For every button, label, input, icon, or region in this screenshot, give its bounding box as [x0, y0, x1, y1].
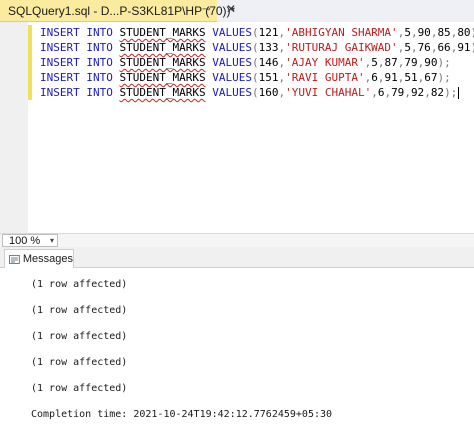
query-editor[interactable]: INSERT INTO STUDENT_MARKS VALUES(121,'AB…	[0, 22, 474, 233]
message-line: (1 row affected)	[31, 279, 128, 290]
code-area[interactable]: INSERT INTO STUDENT_MARKS VALUES(121,'AB…	[40, 25, 474, 100]
code-line: INSERT INTO STUDENT_MARKS VALUES(151,'RA…	[40, 71, 451, 84]
results-tab-bar: Messages	[0, 247, 474, 268]
editor-gutter	[0, 22, 28, 233]
message-line: (1 row affected)	[31, 383, 128, 394]
code-line: INSERT INTO STUDENT_MARKS VALUES(133,'RU…	[40, 41, 474, 54]
completion-time: Completion time: 2021-10-24T19:42:12.776…	[31, 409, 333, 420]
tab-sqlquery1[interactable]: SQLQuery1.sql - D...P-S3KL81P\HP (70))* …	[0, 0, 235, 22]
pin-icon[interactable]: ⊸	[202, 5, 210, 15]
message-line: (1 row affected)	[31, 305, 128, 316]
document-tab-bar: SQLQuery1.sql - D...P-S3KL81P\HP (70))* …	[0, 0, 474, 22]
change-tracking-bar	[28, 25, 32, 100]
message-line: (1 row affected)	[31, 331, 128, 342]
zoom-value: 100 %	[9, 234, 41, 247]
zoom-bar: 100 % ▾	[0, 233, 474, 247]
code-line: INSERT INTO STUDENT_MARKS VALUES(121,'AB…	[40, 26, 474, 39]
code-line: INSERT INTO STUDENT_MARKS VALUES(146,'AJ…	[40, 56, 451, 69]
messages-pane[interactable]: (1 row affected) (1 row affected) (1 row…	[0, 268, 474, 436]
tab-messages[interactable]: Messages	[4, 249, 74, 268]
messages-icon	[9, 254, 20, 264]
close-icon[interactable]: ✕	[226, 3, 236, 15]
code-line: INSERT INTO STUDENT_MARKS VALUES(160,'YU…	[40, 86, 460, 99]
text-caret	[458, 87, 460, 99]
messages-tab-label: Messages	[22, 253, 73, 265]
zoom-dropdown[interactable]: 100 % ▾	[2, 234, 58, 247]
chevron-down-icon[interactable]: ▾	[50, 236, 54, 245]
message-line: (1 row affected)	[31, 357, 128, 368]
